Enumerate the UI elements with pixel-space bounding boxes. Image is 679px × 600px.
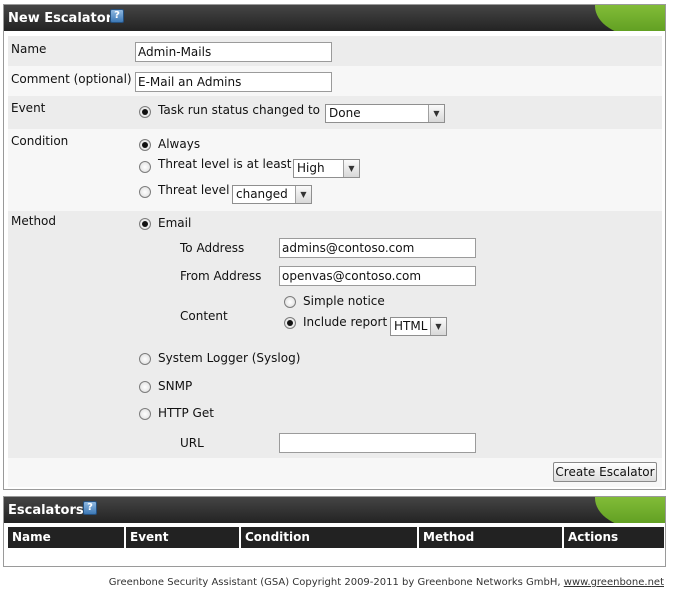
condition-threat-at-least-label: Threat level is at least xyxy=(158,157,292,171)
event-status-value: Done xyxy=(329,106,361,120)
chevron-down-icon: ▼ xyxy=(343,160,359,177)
condition-always-radio[interactable] xyxy=(139,139,151,151)
chevron-down-icon: ▼ xyxy=(428,105,444,122)
condition-label: Condition xyxy=(11,134,69,148)
threat-level-min-select[interactable]: High ▼ xyxy=(293,159,360,178)
content-simple-notice-radio[interactable] xyxy=(284,296,296,308)
method-syslog-radio[interactable] xyxy=(139,353,151,365)
footer-link[interactable]: www.greenbone.net xyxy=(564,577,664,588)
report-format-value: HTML xyxy=(394,319,428,333)
method-http-get-radio[interactable] xyxy=(139,408,151,420)
from-address-input[interactable]: openvas@contoso.com xyxy=(279,266,476,286)
to-address-label: To Address xyxy=(180,241,245,255)
threat-level-change-select[interactable]: changed ▼ xyxy=(232,185,312,204)
escalators-panel: Escalators ? Name Event Condition Method… xyxy=(3,496,666,567)
brand-swoosh xyxy=(595,497,665,523)
new-escalator-title: New Escalator xyxy=(8,11,113,26)
event-row: Event Task run status changed to Done ▼ xyxy=(8,96,662,129)
content-label: Content xyxy=(180,309,228,323)
comment-label: Comment (optional) xyxy=(11,72,132,86)
method-http-get-label: HTTP Get xyxy=(158,406,214,420)
condition-threat-level-label: Threat level xyxy=(158,183,230,197)
method-row: Method Email To Address admins@contoso.c… xyxy=(8,211,662,458)
event-label: Event xyxy=(11,101,46,115)
brand-swoosh xyxy=(595,5,665,31)
column-header-condition[interactable]: Condition xyxy=(241,527,417,548)
threat-level-change-value: changed xyxy=(236,187,288,201)
escalators-header: Escalators ? xyxy=(4,497,665,523)
method-email-radio[interactable] xyxy=(139,218,151,230)
column-header-event[interactable]: Event xyxy=(126,527,239,548)
method-snmp-radio[interactable] xyxy=(139,381,151,393)
condition-threat-level-radio[interactable] xyxy=(139,186,151,198)
event-status-radio[interactable] xyxy=(139,106,151,118)
comment-input[interactable]: E-Mail an Admins xyxy=(135,72,332,92)
column-header-method[interactable]: Method xyxy=(419,527,562,548)
content-include-report-label: Include report xyxy=(303,315,388,329)
event-status-select[interactable]: Done ▼ xyxy=(325,104,445,123)
report-format-select[interactable]: HTML ▼ xyxy=(390,317,447,336)
help-icon[interactable]: ? xyxy=(110,9,124,23)
content-simple-notice-label: Simple notice xyxy=(303,294,385,308)
chevron-down-icon: ▼ xyxy=(430,318,446,335)
name-input[interactable]: Admin-Mails xyxy=(135,42,332,62)
url-input[interactable] xyxy=(279,433,476,453)
method-label: Method xyxy=(11,214,57,228)
help-icon[interactable]: ? xyxy=(83,501,97,515)
new-escalator-panel: New Escalator ? Name Admin-Mails Comment… xyxy=(3,4,666,490)
name-label: Name xyxy=(11,42,47,56)
new-escalator-header: New Escalator ? xyxy=(4,5,665,31)
escalators-title: Escalators xyxy=(8,503,84,518)
method-syslog-label: System Logger (Syslog) xyxy=(158,351,301,365)
condition-always-label: Always xyxy=(158,137,201,151)
escalators-table-header: Name Event Condition Method Actions xyxy=(8,527,664,548)
condition-row: Condition Always Threat level is at leas… xyxy=(8,129,662,211)
method-email-label: Email xyxy=(158,216,192,230)
comment-row: Comment (optional) E-Mail an Admins xyxy=(8,66,662,96)
footer: Greenbone Security Assistant (GSA) Copyr… xyxy=(109,577,664,588)
column-header-name[interactable]: Name xyxy=(8,527,124,548)
name-row: Name Admin-Mails xyxy=(8,36,662,66)
footer-copyright: Greenbone Security Assistant (GSA) Copyr… xyxy=(108,577,561,588)
create-escalator-button[interactable]: Create Escalator xyxy=(553,462,657,482)
content-include-report-radio[interactable] xyxy=(284,317,296,329)
event-option-label: Task run status changed to xyxy=(158,103,320,117)
to-address-input[interactable]: admins@contoso.com xyxy=(279,238,476,258)
condition-threat-at-least-radio[interactable] xyxy=(139,161,151,173)
method-snmp-label: SNMP xyxy=(158,379,193,393)
from-address-label: From Address xyxy=(180,269,262,283)
threat-level-min-value: High xyxy=(297,161,325,175)
column-header-actions: Actions xyxy=(564,527,664,548)
url-label: URL xyxy=(180,436,204,450)
submit-row: Create Escalator xyxy=(8,458,662,487)
chevron-down-icon: ▼ xyxy=(295,186,311,203)
